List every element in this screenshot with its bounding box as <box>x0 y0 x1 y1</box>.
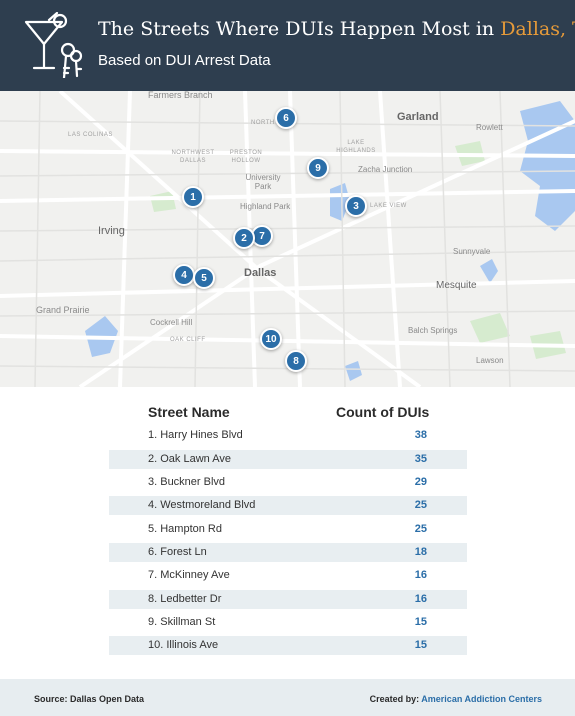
map-label-preston-hollow: PRESTON HOLLOW <box>229 150 263 164</box>
table-row: 6. Forest Ln 18 <box>109 543 467 562</box>
table-row: 1. Harry Hines Blvd 38 <box>109 426 467 445</box>
map-label-lake-view: LAKE VIEW <box>370 203 407 209</box>
dui-count: 18 <box>414 546 427 558</box>
map-label-dallas: Dallas <box>244 267 277 279</box>
map-marker-5[interactable]: 5 <box>193 267 215 289</box>
street-name: 9. Skillman St <box>148 616 216 628</box>
map-marker-3[interactable]: 3 <box>345 195 367 217</box>
creator-label: Created by: <box>369 694 422 704</box>
table-row: 7. McKinney Ave 16 <box>109 566 467 585</box>
dallas-map: Farmers Branch Garland Rowlett LAS COLIN… <box>0 91 575 387</box>
page-subtitle: Based on DUI Arrest Data <box>98 52 271 69</box>
map-label-lake-highlands: LAKE HIGHLANDS <box>336 140 376 154</box>
street-name: 3. Buckner Blvd <box>148 476 226 488</box>
map-label-rowlett: Rowlett <box>476 123 503 132</box>
map-label-las-colinas: LAS COLINAS <box>68 132 113 138</box>
street-name: 7. McKinney Ave <box>148 569 230 581</box>
infographic-footer: Source: Dallas Open Data Created by: Ame… <box>0 679 575 716</box>
dui-count: 15 <box>414 616 427 628</box>
map-label-north: NORTH <box>251 120 275 126</box>
map-marker-10[interactable]: 10 <box>260 328 282 350</box>
map-label-sunnyvale: Sunnyvale <box>453 247 491 256</box>
column-header-street-name: Street Name <box>148 404 230 420</box>
map-marker-8[interactable]: 8 <box>285 350 307 372</box>
column-header-count: Count of DUIs <box>336 404 430 420</box>
table-row: 9. Skillman St 15 <box>109 613 467 632</box>
dui-count: 25 <box>414 499 427 511</box>
creator-brand-link[interactable]: American Addiction Centers <box>421 694 542 704</box>
dui-count: 38 <box>414 429 427 441</box>
map-label-farmers-branch: Farmers Branch <box>148 91 213 100</box>
map-marker-2[interactable]: 2 <box>233 227 255 249</box>
table-row: 2. Oak Lawn Ave 35 <box>109 450 467 469</box>
dui-count: 16 <box>414 569 427 581</box>
map-label-garland: Garland <box>397 111 439 123</box>
martini-glass-and-car-keys-icon <box>24 12 83 78</box>
table-row: 8. Ledbetter Dr 16 <box>109 590 467 609</box>
table-row: 3. Buckner Blvd 29 <box>109 473 467 492</box>
street-name: 4. Westmoreland Blvd <box>148 499 256 511</box>
map-label-balch-springs: Balch Springs <box>408 326 458 335</box>
street-name: 2. Oak Lawn Ave <box>148 453 231 465</box>
map-label-grand-prairie: Grand Prairie <box>36 305 90 315</box>
dui-count: 29 <box>414 476 427 488</box>
map-marker-9[interactable]: 9 <box>307 157 329 179</box>
page-title: The Streets Where DUIs Happen Most in Da… <box>98 18 575 40</box>
map-marker-1[interactable]: 1 <box>182 186 204 208</box>
street-name: 8. Ledbetter Dr <box>148 593 222 605</box>
dui-count: 25 <box>414 523 427 535</box>
street-name: 6. Forest Ln <box>148 546 207 558</box>
map-label-university-park: University Park <box>245 173 281 191</box>
source-credit: Source: Dallas Open Data <box>34 694 145 704</box>
creator-credit: Created by: American Addiction Centers <box>370 694 542 704</box>
map-label-irving: Irving <box>98 225 125 237</box>
map-label-cockrell-hill: Cockrell Hill <box>150 318 193 327</box>
map-marker-4[interactable]: 4 <box>173 264 195 286</box>
title-city: Dallas, TX <box>500 18 575 40</box>
dui-count: 35 <box>414 453 427 465</box>
map-label-highland-park: Highland Park <box>240 202 291 211</box>
dui-table: Street Name Count of DUIs 1. Harry Hines… <box>0 387 575 679</box>
dui-count: 15 <box>414 639 427 651</box>
map-label-northwest-dallas: NORTHWEST DALLAS <box>171 150 215 164</box>
dui-count: 16 <box>414 593 427 605</box>
street-name: 5. Hampton Rd <box>148 523 222 535</box>
map-marker-6[interactable]: 6 <box>275 107 297 129</box>
map-label-oak-cliff: OAK CLIFF <box>170 337 206 343</box>
map-label-zacha-junction: Zacha Junction <box>358 165 413 174</box>
map-label-lawson: Lawson <box>476 356 504 365</box>
infographic-header: The Streets Where DUIs Happen Most in Da… <box>0 0 575 91</box>
map-label-mesquite: Mesquite <box>436 280 477 291</box>
table-row: 5. Hampton Rd 25 <box>109 520 467 539</box>
street-name: 10. Illinois Ave <box>148 639 219 651</box>
street-name: 1. Harry Hines Blvd <box>148 429 243 441</box>
table-row: 10. Illinois Ave 15 <box>109 636 467 655</box>
table-row: 4. Westmoreland Blvd 25 <box>109 496 467 515</box>
